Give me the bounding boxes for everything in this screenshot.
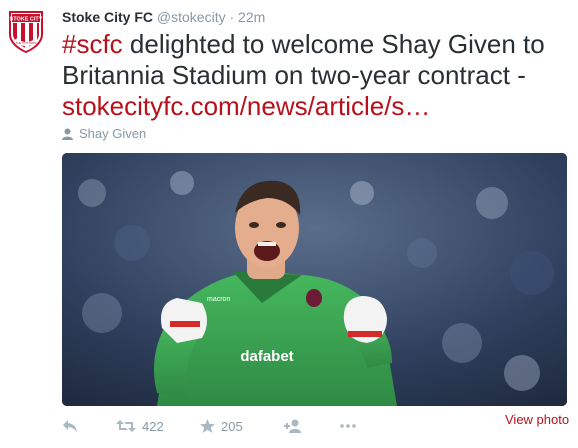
tweet-header: Stoke City FC @stokecity · 22m: [62, 8, 265, 26]
tweet-body: delighted to welcome Shay Given to Brita…: [62, 29, 545, 90]
tagged-user[interactable]: Shay Given: [62, 126, 146, 141]
hashtag-link[interactable]: #scfc: [62, 29, 123, 59]
crest-motto: THE POTTERS: [15, 41, 36, 45]
favorite-icon: [200, 419, 215, 433]
view-photo-link[interactable]: View photo: [505, 412, 569, 427]
more-icon: [340, 424, 356, 428]
more-button[interactable]: [340, 424, 370, 428]
timestamp[interactable]: 22m: [238, 9, 265, 25]
follow-button[interactable]: [284, 419, 340, 433]
crest-icon: STOKE CITY THE POTTERS: [4, 8, 48, 56]
author-name[interactable]: Stoke City FC: [62, 9, 153, 25]
crest-label: STOKE CITY: [10, 17, 43, 23]
separator: ·: [229, 9, 235, 25]
photo-image: dafabet macron: [62, 153, 567, 406]
shirt-sponsor: dafabet: [240, 348, 293, 365]
follow-icon: [284, 419, 301, 433]
retweet-icon: [116, 420, 136, 432]
favorite-button[interactable]: 205: [200, 419, 284, 434]
glove-brand: macron: [207, 296, 230, 303]
tweet-actions: 422 205: [62, 416, 370, 436]
author-handle[interactable]: @stokecity: [157, 9, 226, 25]
reply-icon: [63, 420, 77, 432]
tweet-text: #scfc delighted to welcome Shay Given to…: [62, 29, 574, 122]
retweet-count: 422: [142, 418, 164, 434]
article-link[interactable]: stokecityfc.com/news/article/s…: [62, 91, 430, 121]
favorite-count: 205: [221, 418, 243, 434]
reply-button[interactable]: [62, 419, 116, 433]
person-icon: [62, 128, 73, 140]
retweet-button[interactable]: 422: [116, 419, 200, 434]
tagged-user-name: Shay Given: [79, 126, 147, 141]
tweet-photo[interactable]: dafabet macron: [62, 153, 567, 406]
avatar[interactable]: STOKE CITY THE POTTERS: [4, 8, 48, 56]
